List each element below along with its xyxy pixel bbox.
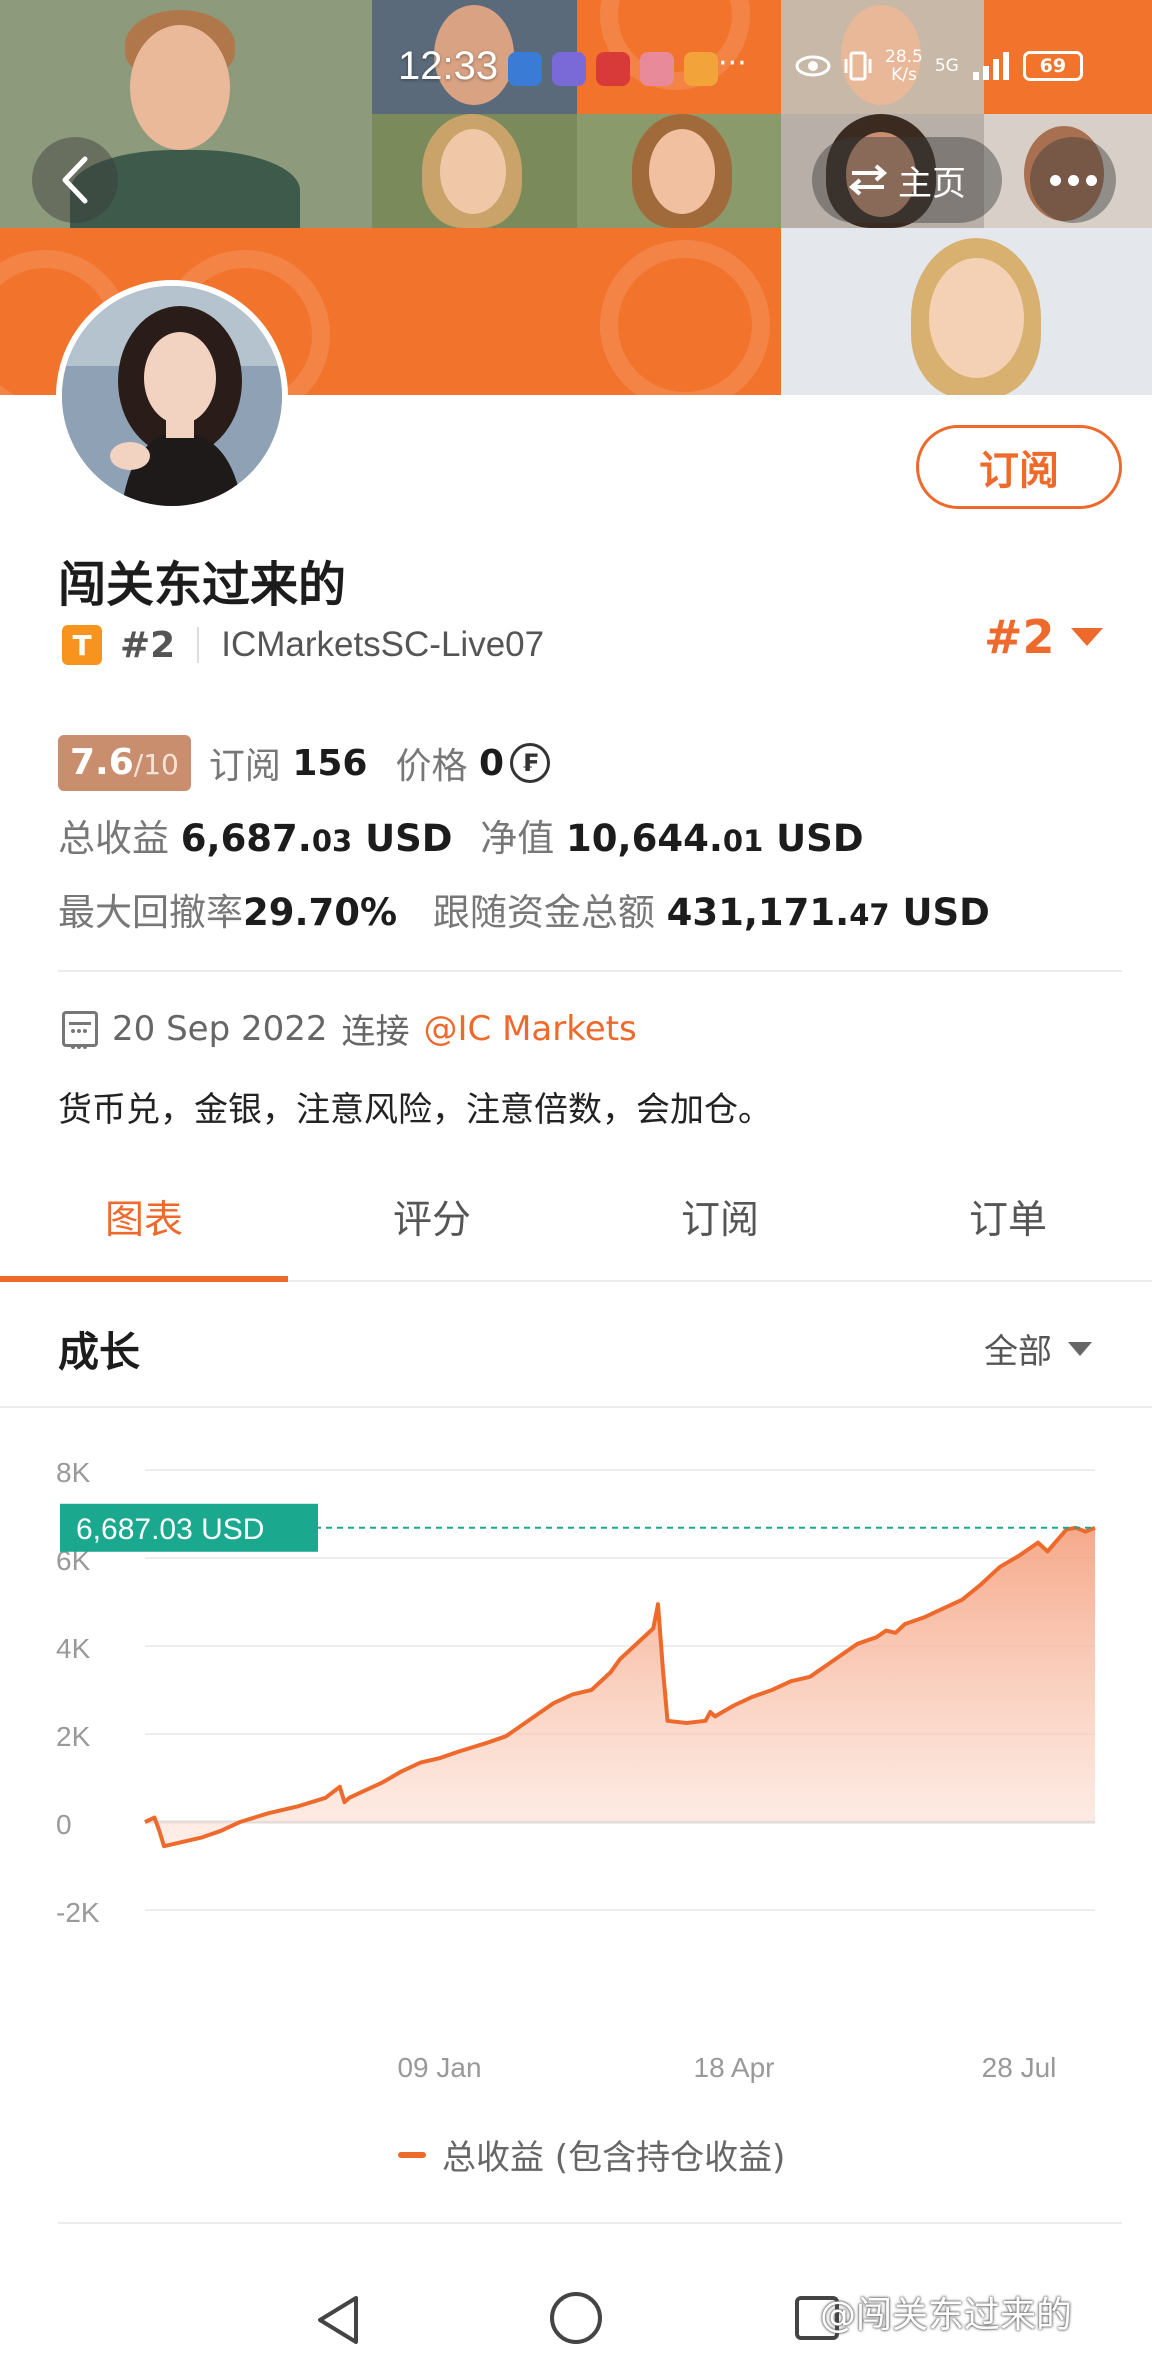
- trader-name: 闯关东过来的: [58, 557, 347, 613]
- tab-subscriptions[interactable]: 订阅: [576, 1160, 864, 1280]
- caret-down-icon: [1070, 628, 1103, 646]
- y-tick-label: 0: [56, 1809, 72, 1840]
- x-tick-label: 18 Apr: [694, 2052, 775, 2083]
- chevron-left-icon: [62, 156, 88, 204]
- drawdown-value: 29.70%: [243, 891, 398, 934]
- battery-icon: 69: [1022, 51, 1083, 81]
- banner-photo: [372, 114, 577, 228]
- status-right: 28.5 K/s 5G 69: [795, 48, 1083, 84]
- x-tick-label: 09 Jan: [397, 2052, 481, 2083]
- follow-funds-value: 431,171.47 USD: [666, 891, 990, 934]
- range-dropdown[interactable]: 全部: [984, 1324, 1092, 1373]
- tab-chart[interactable]: 图表: [0, 1160, 288, 1282]
- network-speed: 28.5 K/s: [885, 47, 923, 85]
- y-tick-label: 8K: [56, 1457, 91, 1488]
- growth-section-header: 成长 全部: [0, 1282, 1152, 1408]
- connection-row: 20 Sep 2022 连接 @IC Markets: [62, 1004, 637, 1053]
- current-value-label: 6,687.03 USD: [76, 1513, 264, 1546]
- score-badge: 7.6/10: [58, 735, 191, 791]
- app-notification-icon: [640, 52, 674, 86]
- calendar-icon: [62, 1010, 98, 1049]
- more-dot-icon: [1049, 174, 1061, 186]
- price-label: 价格: [395, 746, 468, 787]
- x-tick-label: 28 Jul: [982, 2052, 1057, 2083]
- nav-home-icon[interactable]: [550, 2292, 602, 2344]
- price-value: 0: [478, 742, 504, 784]
- rank-small: #2: [120, 624, 176, 666]
- tab-bar: 图表 评分 订阅 订单: [0, 1160, 1152, 1282]
- coin-icon: ₣: [510, 743, 550, 783]
- growth-chart[interactable]: 8K6K4K2K0-2K09 Jan 18 Apr 28 Jul6,687.03 U…: [0, 1420, 1152, 2160]
- tier-badge: T: [62, 625, 102, 665]
- y-tick-label: 4K: [56, 1633, 91, 1664]
- legend-swatch: [398, 2151, 426, 2158]
- series-area: [145, 1527, 1095, 1847]
- subscribe-button[interactable]: 订阅: [916, 425, 1122, 509]
- y-tick-label: 2K: [56, 1721, 91, 1752]
- eye-icon: [795, 55, 831, 77]
- rank-dropdown[interactable]: #2: [984, 610, 1103, 664]
- profit-row: 总收益 6,687.03 USD 净值 10,644.01 USD: [58, 808, 864, 862]
- more-options-button[interactable]: [1030, 137, 1116, 223]
- home-button[interactable]: 主页: [812, 137, 1002, 223]
- account-name: ICMarketsSC-Live07: [221, 625, 545, 664]
- strategy-description: 货币兑，金银，注意风险，注意倍数，会加仓。: [58, 1090, 772, 1130]
- range-value: 全部: [984, 1332, 1052, 1372]
- rank-value: #2: [984, 610, 1055, 664]
- swap-icon: [848, 164, 888, 196]
- section-title: 成长: [58, 1328, 140, 1376]
- chart-legend: 总收益 (包含持仓收益): [398, 2130, 785, 2179]
- avatar-photo: [62, 286, 282, 506]
- banner-photo: [781, 228, 1152, 395]
- status-bar: 12:33 ··· 28.5 K/s 5G 69: [0, 42, 1152, 98]
- more-dot-icon: [1067, 174, 1079, 186]
- caret-down-icon: [1068, 1341, 1092, 1356]
- status-time: 12:33: [398, 44, 499, 88]
- subscribe-count: 156: [292, 742, 368, 784]
- tab-rating[interactable]: 评分: [288, 1160, 576, 1280]
- total-profit-value: 6,687.03 USD: [180, 817, 453, 860]
- signal-type: 5G: [934, 56, 959, 76]
- avatar[interactable]: [56, 280, 288, 512]
- status-app-icons: [508, 52, 718, 86]
- connection-date: 20 Sep 2022: [112, 1008, 328, 1049]
- total-profit-label: 总收益: [58, 817, 169, 860]
- app-notification-icon: [596, 52, 630, 86]
- follow-funds-label: 跟随资金总额: [432, 891, 655, 934]
- more-dot-icon: [1085, 174, 1097, 186]
- signal-icon: [972, 52, 1009, 80]
- trader-meta: T #2 ICMarketsSC-Live07: [62, 620, 544, 670]
- broker-link[interactable]: @IC Markets: [424, 1009, 637, 1049]
- divider: [58, 970, 1122, 972]
- watermark: @闯关东过来的: [820, 2295, 1073, 2336]
- divider: [58, 2222, 1122, 2224]
- app-notification-icon: [684, 52, 718, 86]
- connection-label: 连接: [341, 1012, 410, 1052]
- home-button-label: 主页: [898, 163, 966, 204]
- rating-row: 7.6/10 订阅 156 价格 0 ₣: [58, 735, 550, 791]
- separator: [197, 627, 200, 663]
- equity-label: 净值: [480, 817, 555, 860]
- y-tick-label: -2K: [56, 1897, 100, 1928]
- tab-orders[interactable]: 订单: [864, 1160, 1152, 1280]
- app-notification-icon: [552, 52, 586, 86]
- drawdown-label: 最大回撤率: [58, 891, 243, 934]
- banner-photo: [577, 114, 781, 228]
- more-notifications-icon: ···: [718, 46, 747, 81]
- equity-value: 10,644.01 USD: [566, 817, 864, 860]
- app-notification-icon: [508, 52, 542, 86]
- drawdown-row: 最大回撤率29.70% 跟随资金总额 431,171.47 USD: [58, 882, 990, 936]
- vibrate-icon: [844, 51, 872, 81]
- back-button[interactable]: [32, 137, 118, 223]
- subscribe-count-label: 订阅: [208, 746, 281, 787]
- legend-label: 总收益 (包含持仓收益): [442, 2138, 786, 2178]
- nav-back-icon[interactable]: [312, 2292, 362, 2348]
